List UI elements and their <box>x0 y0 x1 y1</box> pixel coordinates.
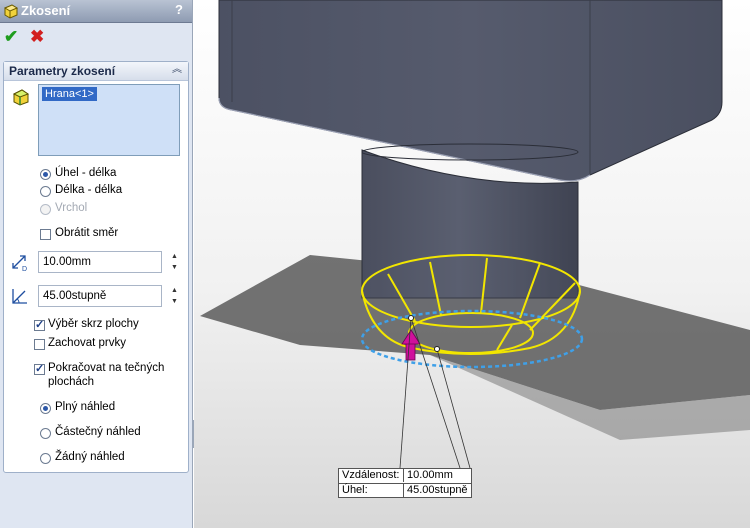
checkbox-label-line2: plochách <box>48 376 95 388</box>
checkbox-label: Výběr skrz plochy <box>48 318 139 330</box>
checkbox-label: Pokračovat na tečných <box>48 362 165 374</box>
property-manager-title-bar: Zkosení ? <box>0 0 192 23</box>
feature-title: Zkosení <box>21 3 71 18</box>
help-button[interactable]: ? <box>172 2 186 18</box>
distance-spinner[interactable]: ▲ ▼ <box>169 251 180 273</box>
radio-angle-distance[interactable] <box>40 169 51 180</box>
checkbox-label: Zachovat prvky <box>48 337 126 349</box>
callout-distance-label: Vzdálenost: <box>342 469 400 481</box>
radio-vertex[interactable] <box>40 204 51 215</box>
ok-button[interactable]: ✔ <box>4 28 22 46</box>
radio-distance-distance[interactable] <box>40 186 51 197</box>
chamfer-feature-icon <box>3 4 19 19</box>
radio-label: Úhel - délka <box>55 167 117 179</box>
cancel-button[interactable]: ✖ <box>30 28 48 46</box>
radio-label: Žádný náhled <box>55 451 125 463</box>
radio-partial-preview[interactable] <box>40 428 51 439</box>
graphics-viewport[interactable] <box>194 0 750 528</box>
handle-point[interactable] <box>434 346 440 352</box>
radio-label: Délka - délka <box>55 184 123 196</box>
radio-full-preview[interactable] <box>40 403 51 414</box>
angle-dimension-icon <box>12 289 27 304</box>
check-icon: ✔ <box>4 27 19 46</box>
group-title: Parametry zkosení <box>9 64 116 78</box>
edge-selection-icon <box>12 89 30 106</box>
radio-label: Částečný náhled <box>55 426 141 438</box>
distance-dimension-icon: D <box>12 255 27 272</box>
checkbox-label: Obrátit směr <box>55 227 119 239</box>
svg-text:D: D <box>22 266 27 272</box>
edge-selection-list[interactable]: Hrana<1> <box>38 84 180 156</box>
property-manager: Zkosení ? ✔ ✖ Parametry zkosení ︽ Hrana<… <box>0 0 193 528</box>
select-through-faces-checkbox[interactable] <box>34 318 45 331</box>
dimension-callout: Vzdálenost: 10.00mm Úhel: 45.00stupně <box>338 468 472 498</box>
distance-input[interactable]: 10.00mm <box>38 251 162 273</box>
flip-direction-checkbox[interactable] <box>40 229 51 240</box>
callout-distance-value[interactable]: 10.00mm <box>403 469 469 482</box>
keep-features-checkbox[interactable] <box>34 339 45 350</box>
chamfer-parameters-group: Parametry zkosení ︽ Hrana<1> Úhel - délk… <box>3 61 189 473</box>
callout-angle-label: Úhel: <box>342 484 368 496</box>
radio-label: Plný náhled <box>55 401 116 413</box>
collapse-chevron-icon[interactable]: ︽ <box>170 63 184 77</box>
angle-input[interactable]: 45.00stupně <box>38 285 162 307</box>
tangent-propagation-checkbox[interactable] <box>34 362 45 375</box>
handle-point[interactable] <box>408 315 414 321</box>
group-header[interactable]: Parametry zkosení ︽ <box>4 62 188 81</box>
radio-no-preview[interactable] <box>40 453 51 464</box>
list-item[interactable]: Hrana<1> <box>42 87 97 101</box>
callout-angle-value[interactable]: 45.00stupně <box>403 484 469 497</box>
close-icon: ✖ <box>30 27 45 46</box>
radio-label: Vrchol <box>55 202 88 214</box>
angle-spinner[interactable]: ▲ ▼ <box>169 285 180 307</box>
